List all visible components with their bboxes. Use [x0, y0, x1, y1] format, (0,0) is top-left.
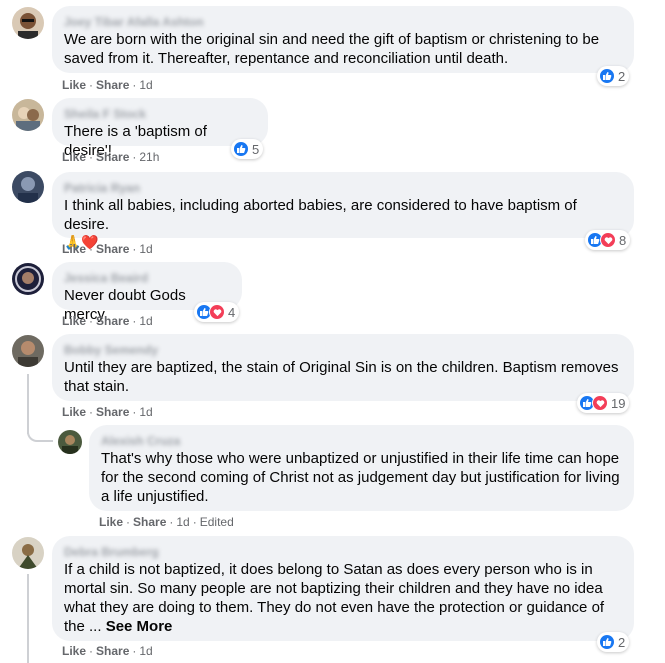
avatar[interactable]: [12, 537, 44, 569]
reaction-summary[interactable]: 2: [597, 66, 630, 86]
comment-timestamp[interactable]: 1d: [176, 515, 189, 529]
comment-text: We are born with the original sin and ne…: [64, 31, 600, 67]
comment-text: That's why those who were unbaptized or …: [101, 450, 620, 505]
comment-actions: Like · Share · 21h: [62, 150, 160, 164]
comment-text: If a child is not baptized, it does belo…: [64, 560, 622, 636]
comment-actions: Like · Share · 1d · Edited: [99, 515, 234, 529]
edited-label: Edited: [199, 515, 234, 529]
comment-author[interactable]: Bobby Semendy: [64, 342, 622, 358]
comment-timestamp[interactable]: 1d: [139, 644, 152, 658]
like-icon: [599, 68, 615, 84]
share-button[interactable]: Share: [96, 314, 129, 328]
avatar[interactable]: [58, 430, 82, 454]
comment-actions: Like · Share · 1d: [62, 314, 153, 328]
like-button[interactable]: Like: [99, 515, 123, 529]
share-button[interactable]: Share: [96, 644, 129, 658]
share-button[interactable]: Share: [96, 242, 129, 256]
comment-bubble: Patricia Ryan I think all babies, includ…: [52, 172, 634, 251]
reaction-count: 2: [618, 68, 626, 84]
comment-bubble: Alexish Cruza That's why those who were …: [89, 425, 634, 511]
reaction-count: 5: [252, 141, 260, 157]
reaction-count: 19: [611, 395, 626, 411]
like-button[interactable]: Like: [62, 314, 86, 328]
comment-actions: Like · Share · 1d: [62, 242, 153, 256]
like-button[interactable]: Like: [62, 150, 86, 164]
comment-text: I think all babies, including aborted ba…: [64, 197, 577, 233]
like-button[interactable]: Like: [62, 242, 86, 256]
comment-timestamp[interactable]: 1d: [139, 314, 152, 328]
comment-timestamp[interactable]: 21h: [139, 150, 159, 164]
reaction-count: 4: [228, 304, 236, 320]
avatar[interactable]: [12, 263, 44, 295]
comment-author[interactable]: Joey Tibar Afalla Ashton: [64, 14, 622, 30]
comment-author[interactable]: Sheila F Stock: [64, 106, 256, 122]
comment-author[interactable]: Debra Brumberg: [64, 544, 622, 560]
comment-text: Until they are baptized, the stain of Or…: [64, 359, 619, 395]
like-button[interactable]: Like: [62, 644, 86, 658]
avatar[interactable]: [12, 171, 44, 203]
comment-timestamp[interactable]: 1d: [139, 242, 152, 256]
reaction-count: 2: [618, 634, 626, 650]
comment-timestamp[interactable]: 1d: [139, 405, 152, 419]
avatar[interactable]: [12, 99, 44, 131]
avatar[interactable]: [12, 7, 44, 39]
like-icon: [599, 634, 615, 650]
thread-line: [27, 574, 29, 663]
reply-connector: [27, 420, 53, 442]
share-button[interactable]: Share: [96, 150, 129, 164]
comment-bubble: Sheila F Stock There is a 'baptism of de…: [52, 98, 268, 159]
share-button[interactable]: Share: [96, 78, 129, 92]
like-button[interactable]: Like: [62, 405, 86, 419]
reaction-summary[interactable]: 5: [231, 139, 264, 159]
reaction-summary[interactable]: 19: [577, 393, 630, 413]
comment-actions: Like · Share · 1d: [62, 644, 153, 658]
comment-bubble: Debra Brumberg If a child is not baptize…: [52, 536, 634, 641]
like-icon: [233, 141, 249, 157]
love-icon: [592, 395, 608, 411]
reaction-summary[interactable]: 4: [194, 302, 240, 322]
love-icon: [209, 304, 225, 320]
comment-bubble: Joey Tibar Afalla Ashton We are born wit…: [52, 6, 634, 73]
comment-timestamp[interactable]: 1d: [139, 78, 152, 92]
see-more-link[interactable]: See More: [106, 618, 173, 635]
comment-actions: Like · Share · 1d: [62, 405, 153, 419]
share-button[interactable]: Share: [133, 515, 166, 529]
avatar[interactable]: [12, 335, 44, 367]
love-icon: [600, 232, 616, 248]
comment-author[interactable]: Alexish Cruza: [101, 433, 622, 449]
comment-author[interactable]: Patricia Ryan: [64, 180, 622, 196]
reaction-summary[interactable]: 2: [597, 632, 630, 652]
reaction-count: 8: [619, 232, 627, 248]
like-button[interactable]: Like: [62, 78, 86, 92]
reaction-summary[interactable]: 8: [585, 230, 631, 250]
comment-author[interactable]: Jessica Beaird: [64, 270, 230, 286]
share-button[interactable]: Share: [96, 405, 129, 419]
comment-bubble: Bobby Semendy Until they are baptized, t…: [52, 334, 634, 401]
comment-actions: Like · Share · 1d: [62, 78, 153, 92]
